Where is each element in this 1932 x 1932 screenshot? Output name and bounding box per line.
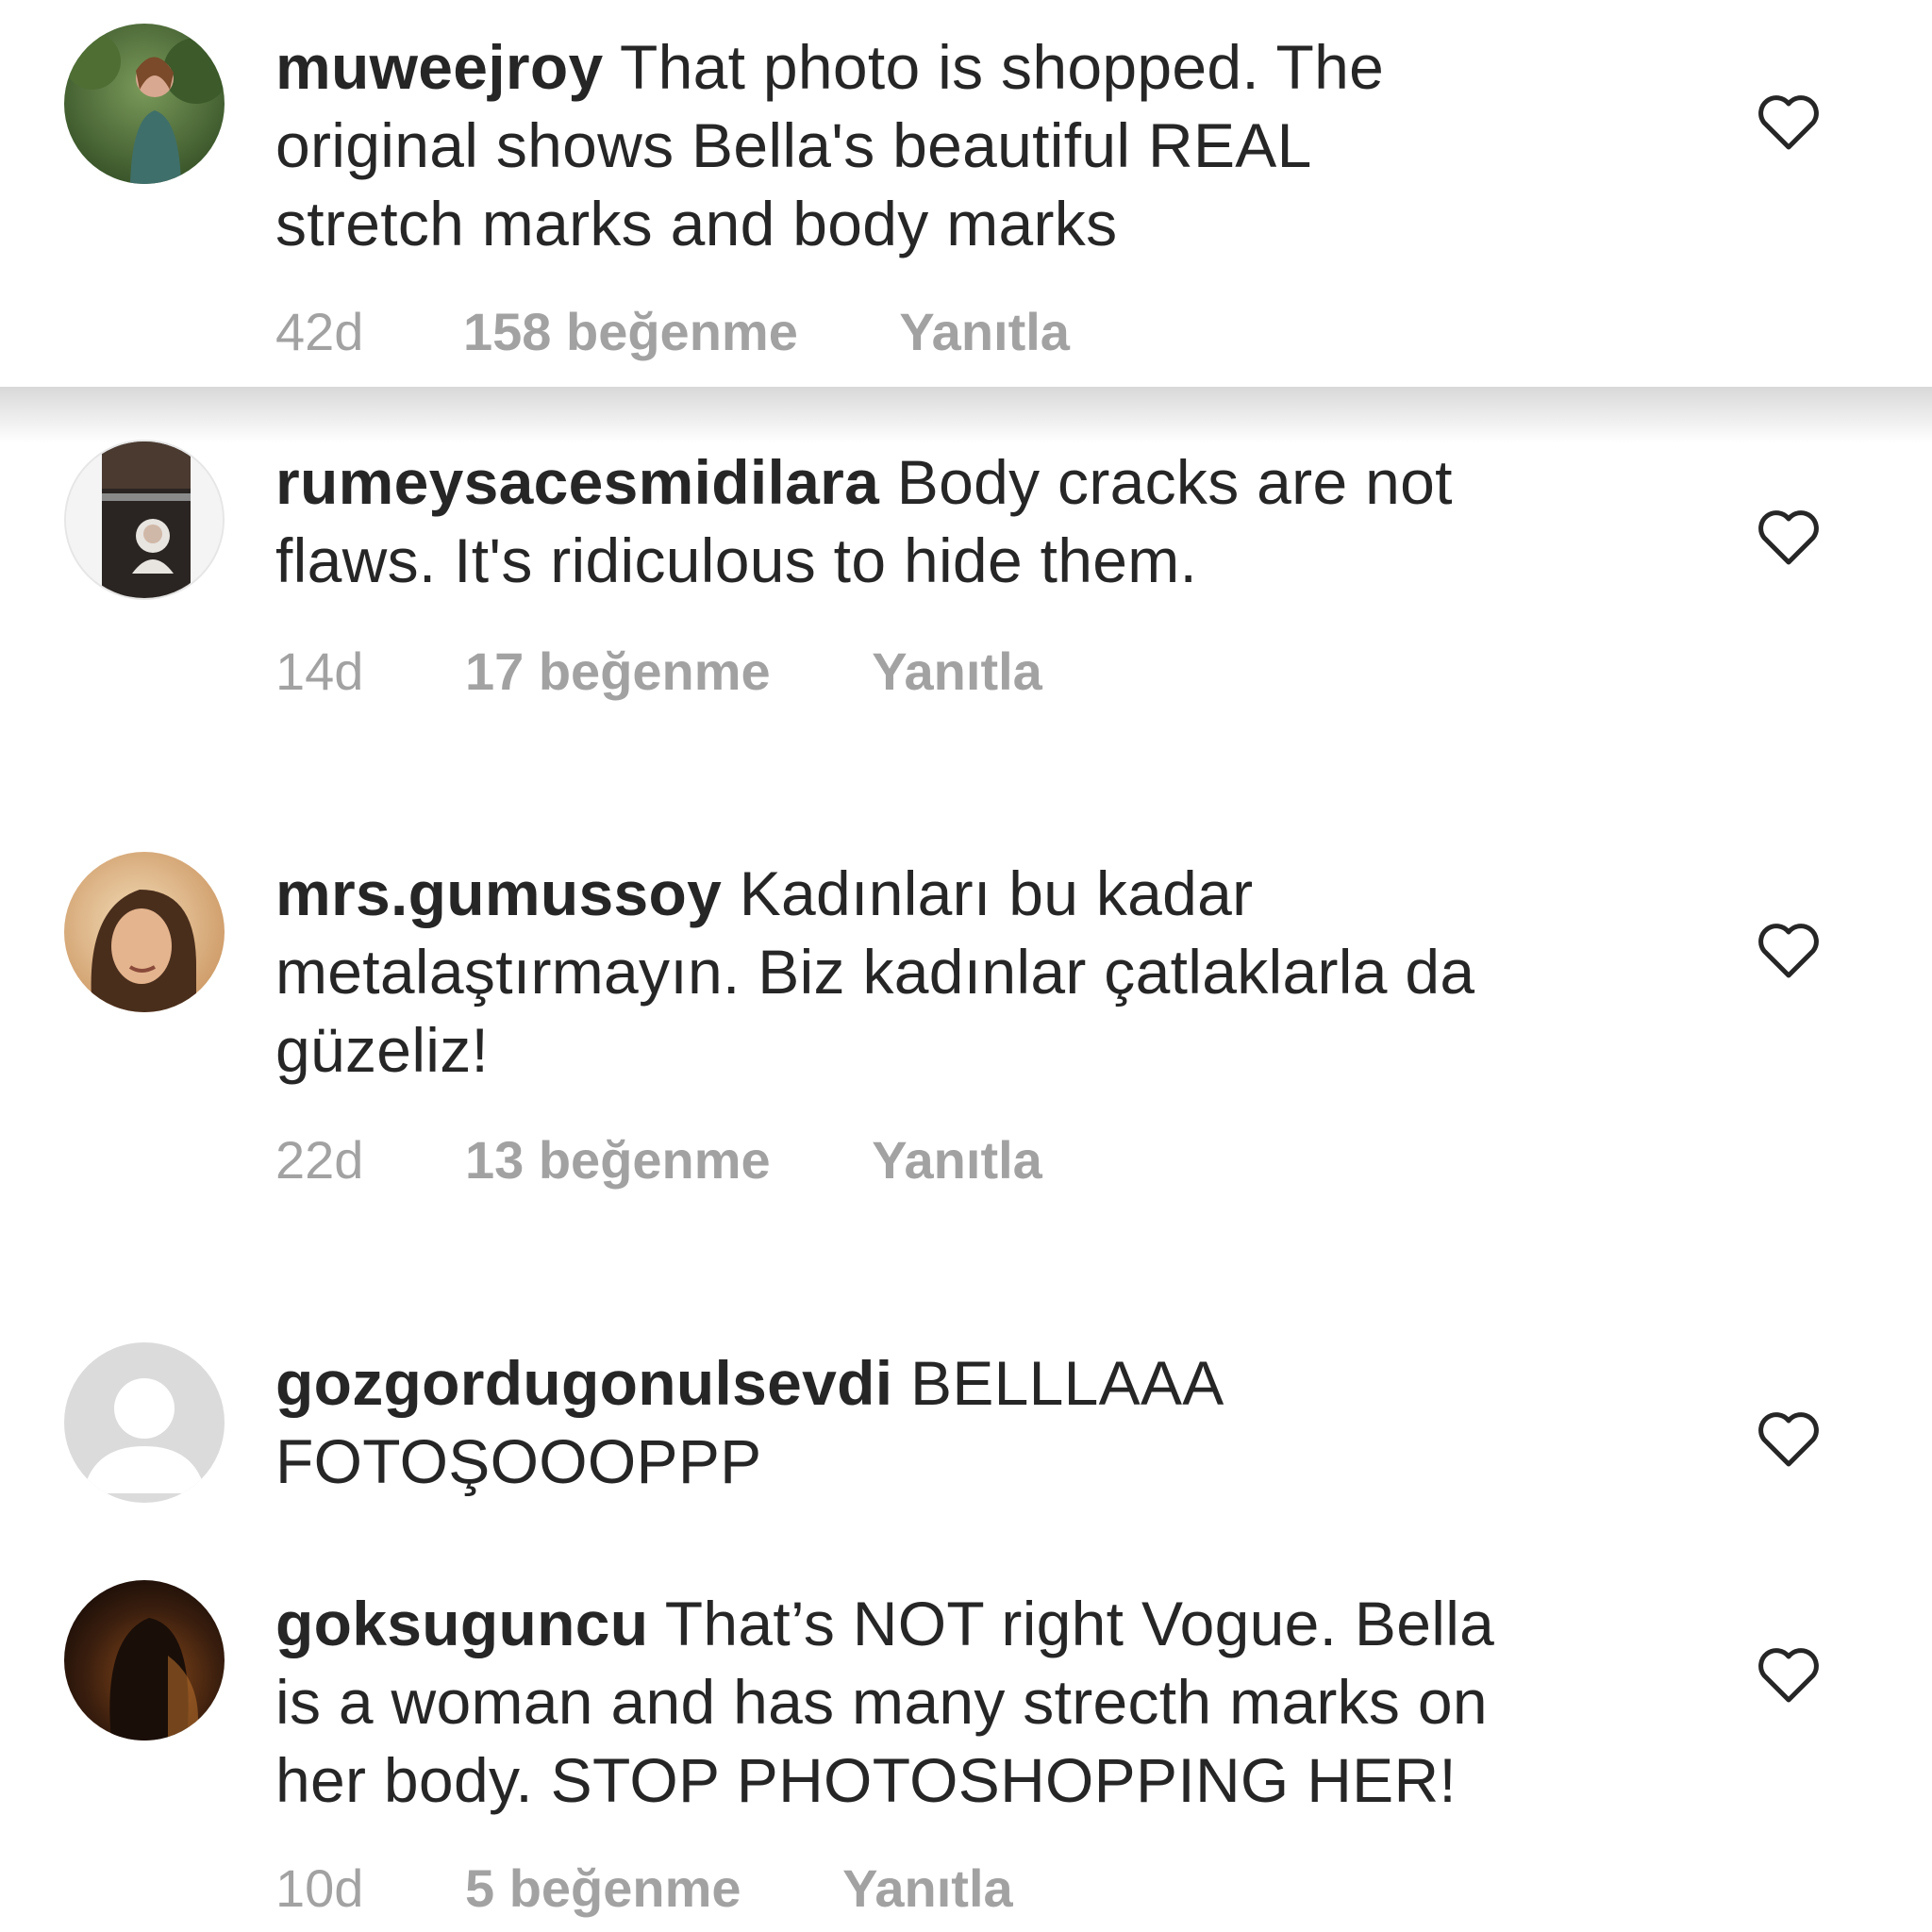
comment-line: stretch marks and body marks <box>275 189 1118 258</box>
comment-line: is a woman and has many strecth marks on <box>275 1667 1488 1737</box>
comment-username[interactable]: goksuguncu <box>275 1589 648 1658</box>
comment-meta: 14d 17 beğenme Yanıtla <box>275 643 1042 700</box>
comment-meta: 10d 5 beğenme Yanıtla <box>275 1860 1013 1917</box>
comment-time[interactable]: 22d <box>275 1132 363 1189</box>
heart-icon[interactable] <box>1757 94 1821 151</box>
comment-line: güzeliz! <box>275 1015 490 1085</box>
heart-icon[interactable] <box>1757 509 1821 566</box>
heart-icon[interactable] <box>1757 1411 1821 1468</box>
comment-time[interactable]: 14d <box>275 643 363 700</box>
comment-line: original shows Bella's beautiful REAL <box>275 110 1312 180</box>
comment-likes[interactable]: 17 beğenme <box>465 643 771 700</box>
comment-line: her body. STOP PHOTOSHOPPING HER! <box>275 1745 1457 1815</box>
comment-line: Body cracks are not <box>896 447 1453 517</box>
comment-line: Kadınları bu kadar <box>739 858 1254 928</box>
comment-likes[interactable]: 158 beğenme <box>463 304 798 360</box>
reply-button[interactable]: Yanıtla <box>899 304 1070 360</box>
avatar[interactable] <box>64 852 225 1012</box>
comment-text: muweejroy That photo is shopped. The ori… <box>275 28 1634 263</box>
comment-line: That’s NOT right Vogue. Bella <box>664 1589 1495 1658</box>
comment-text: goksuguncu That’s NOT right Vogue. Bella… <box>275 1585 1634 1820</box>
comment-username[interactable]: mrs.gumussoy <box>275 858 722 928</box>
comment-line: That photo is shopped. The <box>619 32 1385 102</box>
comment-line: BELLLAAA <box>910 1348 1224 1418</box>
avatar[interactable] <box>64 440 225 600</box>
comment-text: gozgordugonulsevdi BELLLAAA FOTOŞOOOPPP <box>275 1344 1634 1501</box>
default-user-avatar[interactable] <box>64 1342 225 1503</box>
heart-icon[interactable] <box>1757 1647 1821 1704</box>
avatar[interactable] <box>64 1580 225 1740</box>
comment-text: mrs.gumussoy Kadınları bu kadar metalaşt… <box>275 855 1634 1090</box>
heart-icon[interactable] <box>1757 923 1821 979</box>
comment-meta: 22d 13 beğenme Yanıtla <box>275 1132 1042 1189</box>
reply-button[interactable]: Yanıtla <box>872 643 1042 700</box>
comment-line: flaws. It's ridiculous to hide them. <box>275 525 1198 595</box>
highlight-divider <box>0 387 1932 443</box>
reply-button[interactable]: Yanıtla <box>842 1860 1013 1917</box>
comment-username[interactable]: gozgordugonulsevdi <box>275 1348 892 1418</box>
comment-line: FOTOŞOOOPPP <box>275 1426 762 1496</box>
comment-username[interactable]: muweejroy <box>275 32 604 102</box>
comment-username[interactable]: rumeysacesmidilara <box>275 447 879 517</box>
avatar[interactable] <box>64 24 225 184</box>
reply-button[interactable]: Yanıtla <box>872 1132 1042 1189</box>
comment-likes[interactable]: 5 beğenme <box>465 1860 741 1917</box>
comment-line: metalaştırmayın. Biz kadınlar çatlaklarl… <box>275 937 1475 1007</box>
comment-time[interactable]: 42d <box>275 304 363 360</box>
comment-likes[interactable]: 13 beğenme <box>465 1132 771 1189</box>
comment-text: rumeysacesmidilara Body cracks are not f… <box>275 443 1634 600</box>
comment-meta: 42d 158 beğenme Yanıtla <box>275 304 1070 360</box>
comment-time[interactable]: 10d <box>275 1860 363 1917</box>
